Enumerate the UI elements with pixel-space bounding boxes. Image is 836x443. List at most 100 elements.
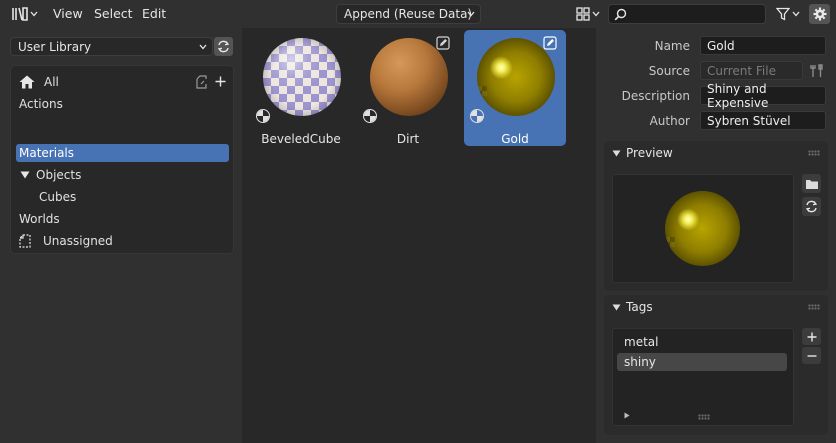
asset-tile-dirt[interactable]: Dirt	[357, 30, 459, 146]
tag-item-metal[interactable]: metal	[617, 333, 787, 351]
menu-view[interactable]: View	[53, 6, 83, 21]
asset-tile-beveledcube[interactable]: BeveledCube	[250, 30, 352, 146]
search-input[interactable]	[631, 7, 761, 21]
filter-button[interactable]	[774, 4, 802, 24]
search-field[interactable]	[608, 4, 766, 24]
preview-panel: Preview	[604, 141, 828, 291]
tags-list: metal shiny	[612, 328, 794, 426]
author-value: Sybren Stüvel	[707, 113, 791, 128]
chevron-down-icon	[30, 11, 38, 17]
tag-item-shiny[interactable]: shiny	[617, 353, 787, 371]
header-bar: View Select Edit Append (Reuse Data)	[0, 0, 836, 28]
remove-tag-button[interactable]	[802, 347, 821, 364]
preview-panel-header[interactable]: Preview	[604, 141, 828, 165]
display-mode-button[interactable]	[574, 4, 602, 24]
material-type-icon	[470, 109, 484, 123]
minus-icon	[807, 354, 816, 357]
home-icon	[19, 75, 35, 89]
catalog-item-materials[interactable]: Materials	[16, 144, 229, 162]
tags-panel-title: Tags	[626, 300, 653, 314]
asset-name: BeveledCube	[261, 132, 341, 146]
menu-edit[interactable]: Edit	[142, 6, 166, 21]
library-dropdown[interactable]: User Library	[10, 37, 213, 56]
tag-label: metal	[624, 335, 659, 349]
search-icon	[614, 8, 627, 20]
unassigned-icon	[19, 234, 31, 248]
add-tag-button[interactable]	[802, 328, 821, 345]
edit-asset-icon	[436, 36, 450, 50]
name-value: Gold	[707, 38, 735, 53]
disclosure-triangle-down-icon	[612, 150, 621, 157]
disclosure-triangle-down-icon	[612, 304, 621, 311]
author-label: Author	[649, 114, 690, 128]
tags-panel-header[interactable]: Tags	[604, 295, 828, 319]
catalog-label: Unassigned	[43, 234, 113, 248]
chevron-down-icon	[792, 11, 800, 17]
chevron-down-icon	[199, 44, 207, 49]
edit-asset-icon	[543, 36, 557, 50]
filter-icon	[776, 7, 790, 21]
catalog-label: Actions	[19, 97, 63, 111]
catalog-item-cubes[interactable]: Cubes	[16, 188, 229, 206]
tools-icon	[810, 63, 823, 77]
open-source-file-button[interactable]	[808, 61, 826, 80]
list-expand-triangle-icon[interactable]	[624, 412, 630, 419]
grid-view-icon	[576, 7, 590, 21]
material-type-icon	[256, 109, 270, 123]
catalog-item-actions[interactable]: Actions	[16, 95, 229, 113]
catalog-label: Worlds	[19, 212, 60, 226]
catalog-label: Materials	[19, 146, 75, 160]
asset-tile-gold[interactable]: Gold	[464, 30, 566, 146]
description-label: Description	[621, 89, 690, 103]
preview-panel-title: Preview	[626, 146, 673, 160]
disclosure-triangle-down-icon[interactable]	[20, 171, 30, 179]
editor-type-button[interactable]	[9, 4, 41, 24]
import-method-label: Append (Reuse Data)	[344, 7, 473, 21]
asset-preview-thumbnail	[263, 38, 341, 116]
catalog-label: Objects	[36, 168, 82, 182]
catalog-item-unassigned[interactable]: Unassigned	[16, 232, 229, 250]
refresh-icon	[217, 40, 230, 53]
name-field[interactable]: Gold	[700, 36, 826, 55]
folder-icon	[805, 179, 818, 189]
catalog-item-all[interactable]: All	[16, 73, 229, 91]
catalog-tree: All Actions Materials Objects Cubes Worl…	[10, 65, 234, 254]
add-icon	[807, 332, 816, 341]
new-catalog-icon[interactable]	[195, 75, 209, 89]
library-label: User Library	[18, 39, 92, 54]
catalog-item-worlds[interactable]: Worlds	[16, 210, 229, 228]
tags-panel: Tags metal shiny	[604, 295, 828, 435]
name-label: Name	[654, 39, 690, 53]
tag-label: shiny	[624, 355, 656, 369]
source-value: Current File	[707, 63, 776, 78]
catalog-item-objects[interactable]: Objects	[16, 166, 229, 184]
asset-metadata-sidebar: Name Gold Source Current File Descriptio…	[596, 28, 836, 443]
add-icon[interactable]	[215, 76, 226, 87]
catalog-label: All	[44, 75, 59, 89]
asset-grid: BeveledCube Dirt Gold	[242, 28, 596, 443]
description-value: Shiny and Expensive	[707, 81, 769, 110]
panel-drag-handle[interactable]	[808, 150, 820, 156]
chevron-down-icon	[467, 11, 475, 17]
preview-image-area	[612, 174, 794, 283]
asset-name: Dirt	[396, 132, 420, 146]
asset-name: Gold	[501, 132, 529, 146]
menu-select[interactable]: Select	[94, 6, 133, 21]
generate-preview-button[interactable]	[802, 197, 821, 216]
panel-drag-handle[interactable]	[808, 304, 820, 310]
list-resize-handle[interactable]	[698, 414, 710, 420]
catalog-sidebar: User Library All Actions Materials Objec…	[0, 28, 242, 443]
chevron-down-icon	[592, 11, 600, 17]
source-label: Source	[648, 64, 690, 78]
author-field[interactable]: Sybren Stüvel	[700, 111, 826, 130]
asset-browser-icon	[12, 7, 28, 21]
description-field[interactable]: Shiny and Expensive	[700, 82, 826, 110]
refresh-icon	[805, 200, 818, 213]
preferences-button[interactable]	[809, 4, 830, 24]
catalog-label: Cubes	[39, 190, 77, 204]
import-method-dropdown[interactable]: Append (Reuse Data)	[336, 4, 481, 24]
load-custom-preview-button[interactable]	[802, 174, 821, 193]
source-field: Current File	[700, 61, 803, 80]
refresh-library-button[interactable]	[214, 37, 233, 56]
material-type-icon	[363, 109, 377, 123]
